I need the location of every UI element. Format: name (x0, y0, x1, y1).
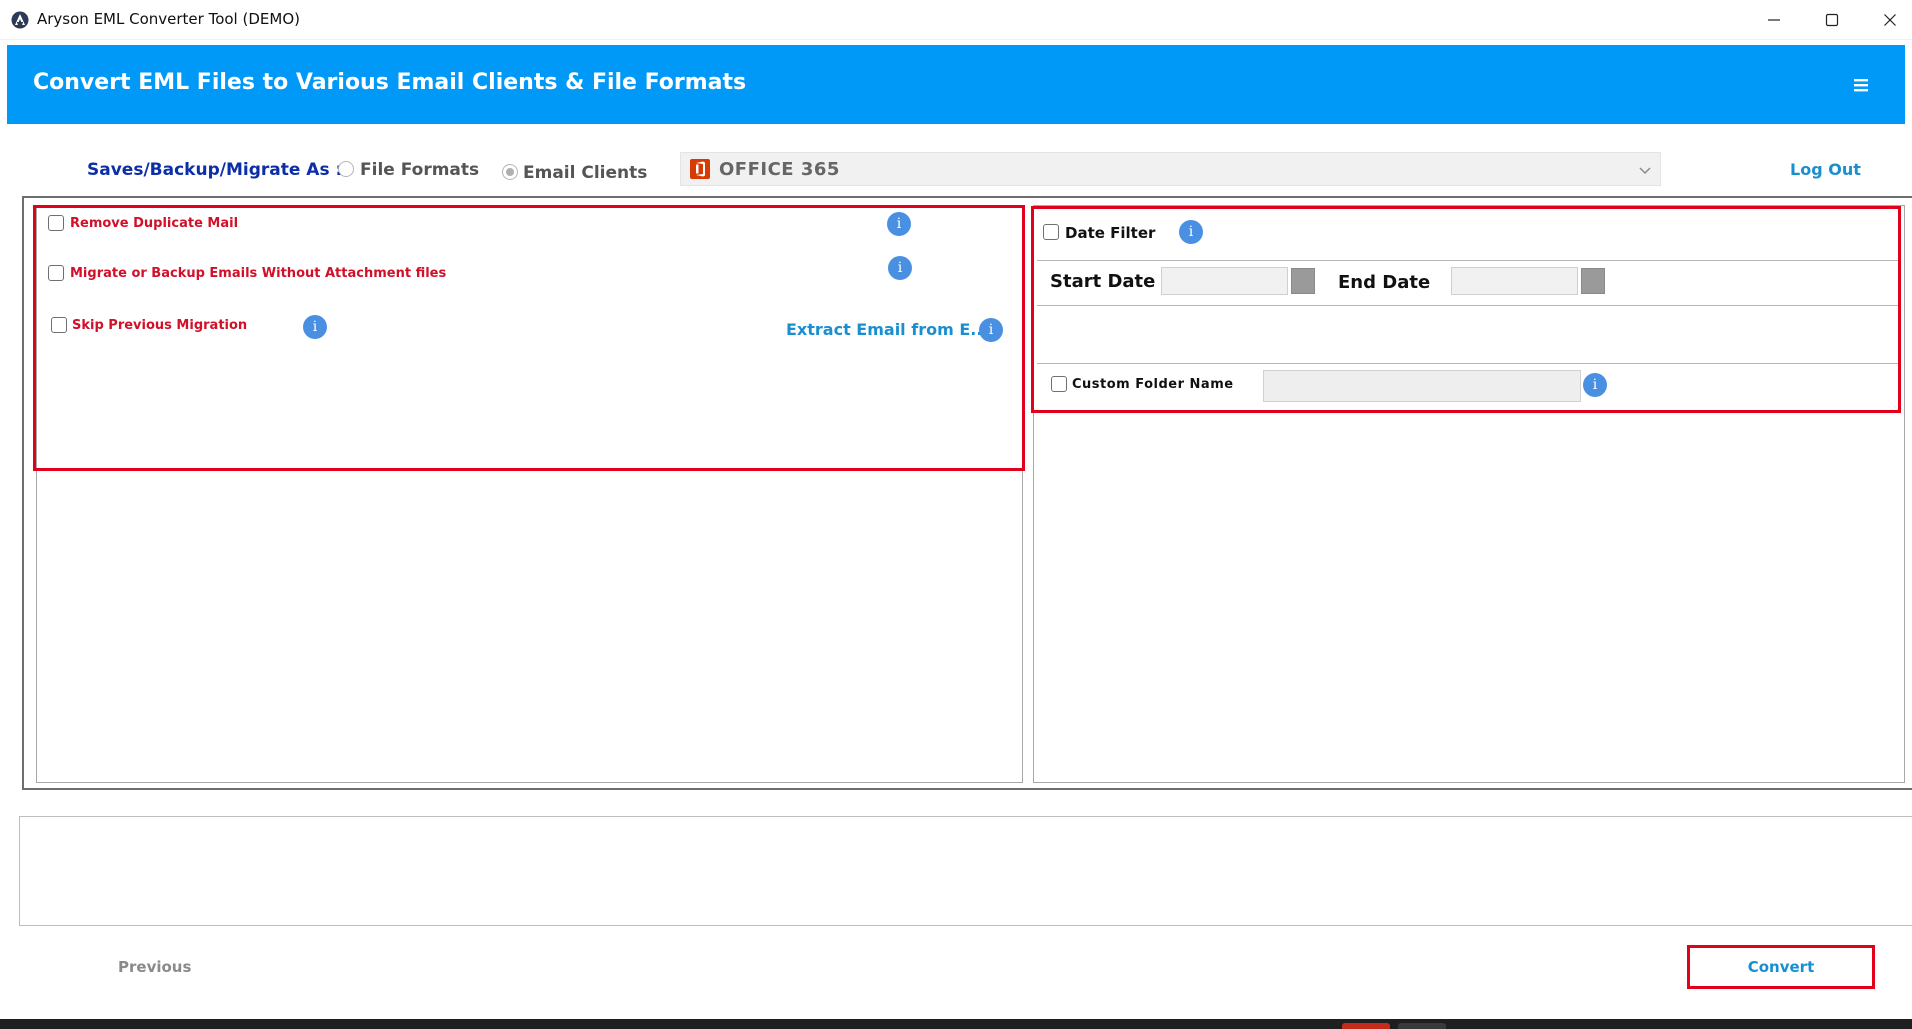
taskbar-item[interactable] (1398, 1023, 1446, 1029)
save-as-label: Saves/Backup/Migrate As : (87, 160, 343, 180)
highlight-box-left (33, 205, 1025, 471)
taskbar-item[interactable] (1342, 1023, 1390, 1029)
maximize-icon (1825, 13, 1839, 27)
hamburger-menu-button[interactable] (1847, 74, 1875, 96)
header-banner: Convert EML Files to Various Email Clien… (7, 45, 1905, 124)
convert-button[interactable]: Convert (1687, 945, 1875, 989)
email-client-dropdown[interactable]: OFFICE 365 (680, 152, 1661, 186)
taskbar (0, 1019, 1912, 1029)
file-formats-label[interactable]: File Formats (360, 160, 479, 180)
email-clients-radio[interactable] (502, 164, 518, 180)
chevron-down-icon (1639, 167, 1651, 175)
app-logo-icon (11, 11, 29, 29)
title-bar: Aryson EML Converter Tool (DEMO) (0, 0, 1912, 40)
highlight-box-right (1031, 206, 1901, 413)
banner-title: Convert EML Files to Various Email Clien… (33, 70, 747, 95)
log-area (19, 816, 1912, 926)
selected-client-value: OFFICE 365 (719, 159, 840, 180)
previous-button[interactable]: Previous (118, 958, 191, 976)
close-button[interactable] (1861, 0, 1912, 40)
minimize-icon (1768, 19, 1780, 21)
office-365-icon (690, 159, 710, 179)
close-icon (1884, 14, 1896, 26)
email-clients-label[interactable]: Email Clients (523, 163, 647, 183)
maximize-button[interactable] (1803, 0, 1861, 40)
window-title: Aryson EML Converter Tool (DEMO) (37, 10, 300, 28)
logout-link[interactable]: Log Out (1790, 160, 1861, 179)
file-formats-radio[interactable] (338, 161, 354, 177)
hamburger-icon (1854, 79, 1868, 92)
minimize-button[interactable] (1745, 0, 1803, 40)
